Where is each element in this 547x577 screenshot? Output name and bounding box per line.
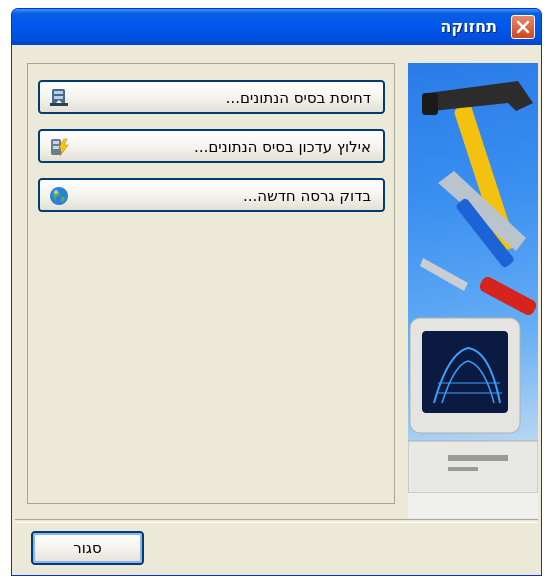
database-update-lightning-icon: [51, 138, 69, 157]
tools-computer-image: [408, 81, 538, 518]
force-update-database-label: אילוץ עדכון בסיס הנתונים...: [194, 138, 371, 156]
maintenance-tools-illustration: [408, 63, 538, 518]
footer-separator: [15, 519, 538, 523]
check-new-version-label: בדוק גרסה חדשה...: [242, 187, 371, 205]
close-x-icon: [516, 20, 530, 34]
dialog-client-area: דחיסת בסיס הנתונים... אילוץ עדכון בסיס ה…: [15, 45, 538, 575]
window-title: תחזוקה: [440, 17, 497, 36]
database-compress-icon: [50, 89, 68, 106]
close-button[interactable]: סגור: [31, 531, 144, 565]
globe-icon: [50, 187, 68, 205]
actions-panel: דחיסת בסיס הנתונים... אילוץ עדכון בסיס ה…: [27, 63, 395, 504]
window-close-button[interactable]: [511, 15, 535, 39]
force-update-database-button[interactable]: אילוץ עדכון בסיס הנתונים...: [38, 129, 385, 163]
compress-database-button[interactable]: דחיסת בסיס הנתונים...: [38, 80, 385, 114]
check-new-version-button[interactable]: בדוק גרסה חדשה...: [38, 178, 385, 212]
compress-database-label: דחיסת בסיס הנתונים...: [225, 89, 371, 107]
maintenance-dialog: תחזוקה דחיסת בסיס הנתונים... אילוץ עדכון…: [11, 8, 542, 576]
title-bar[interactable]: תחזוקה: [12, 9, 541, 45]
